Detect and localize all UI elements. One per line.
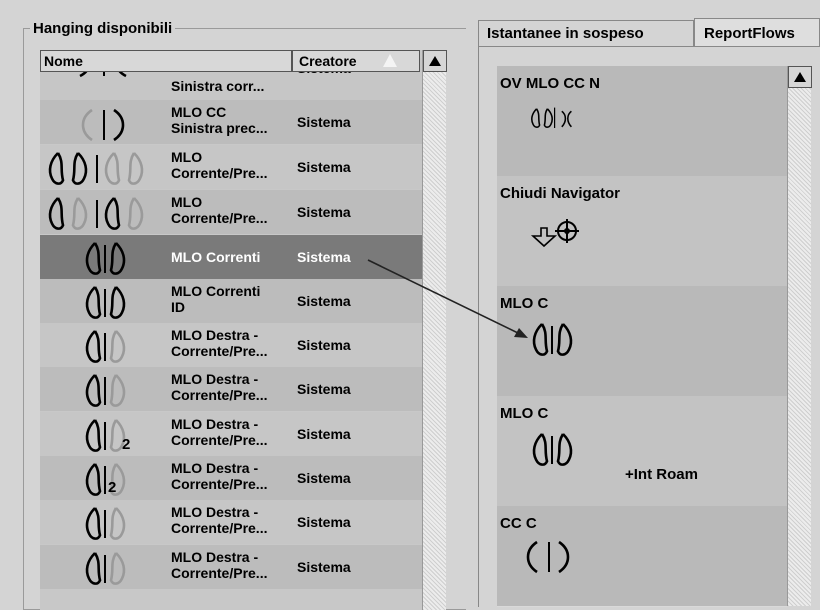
- drag-arrow: [367, 259, 528, 338]
